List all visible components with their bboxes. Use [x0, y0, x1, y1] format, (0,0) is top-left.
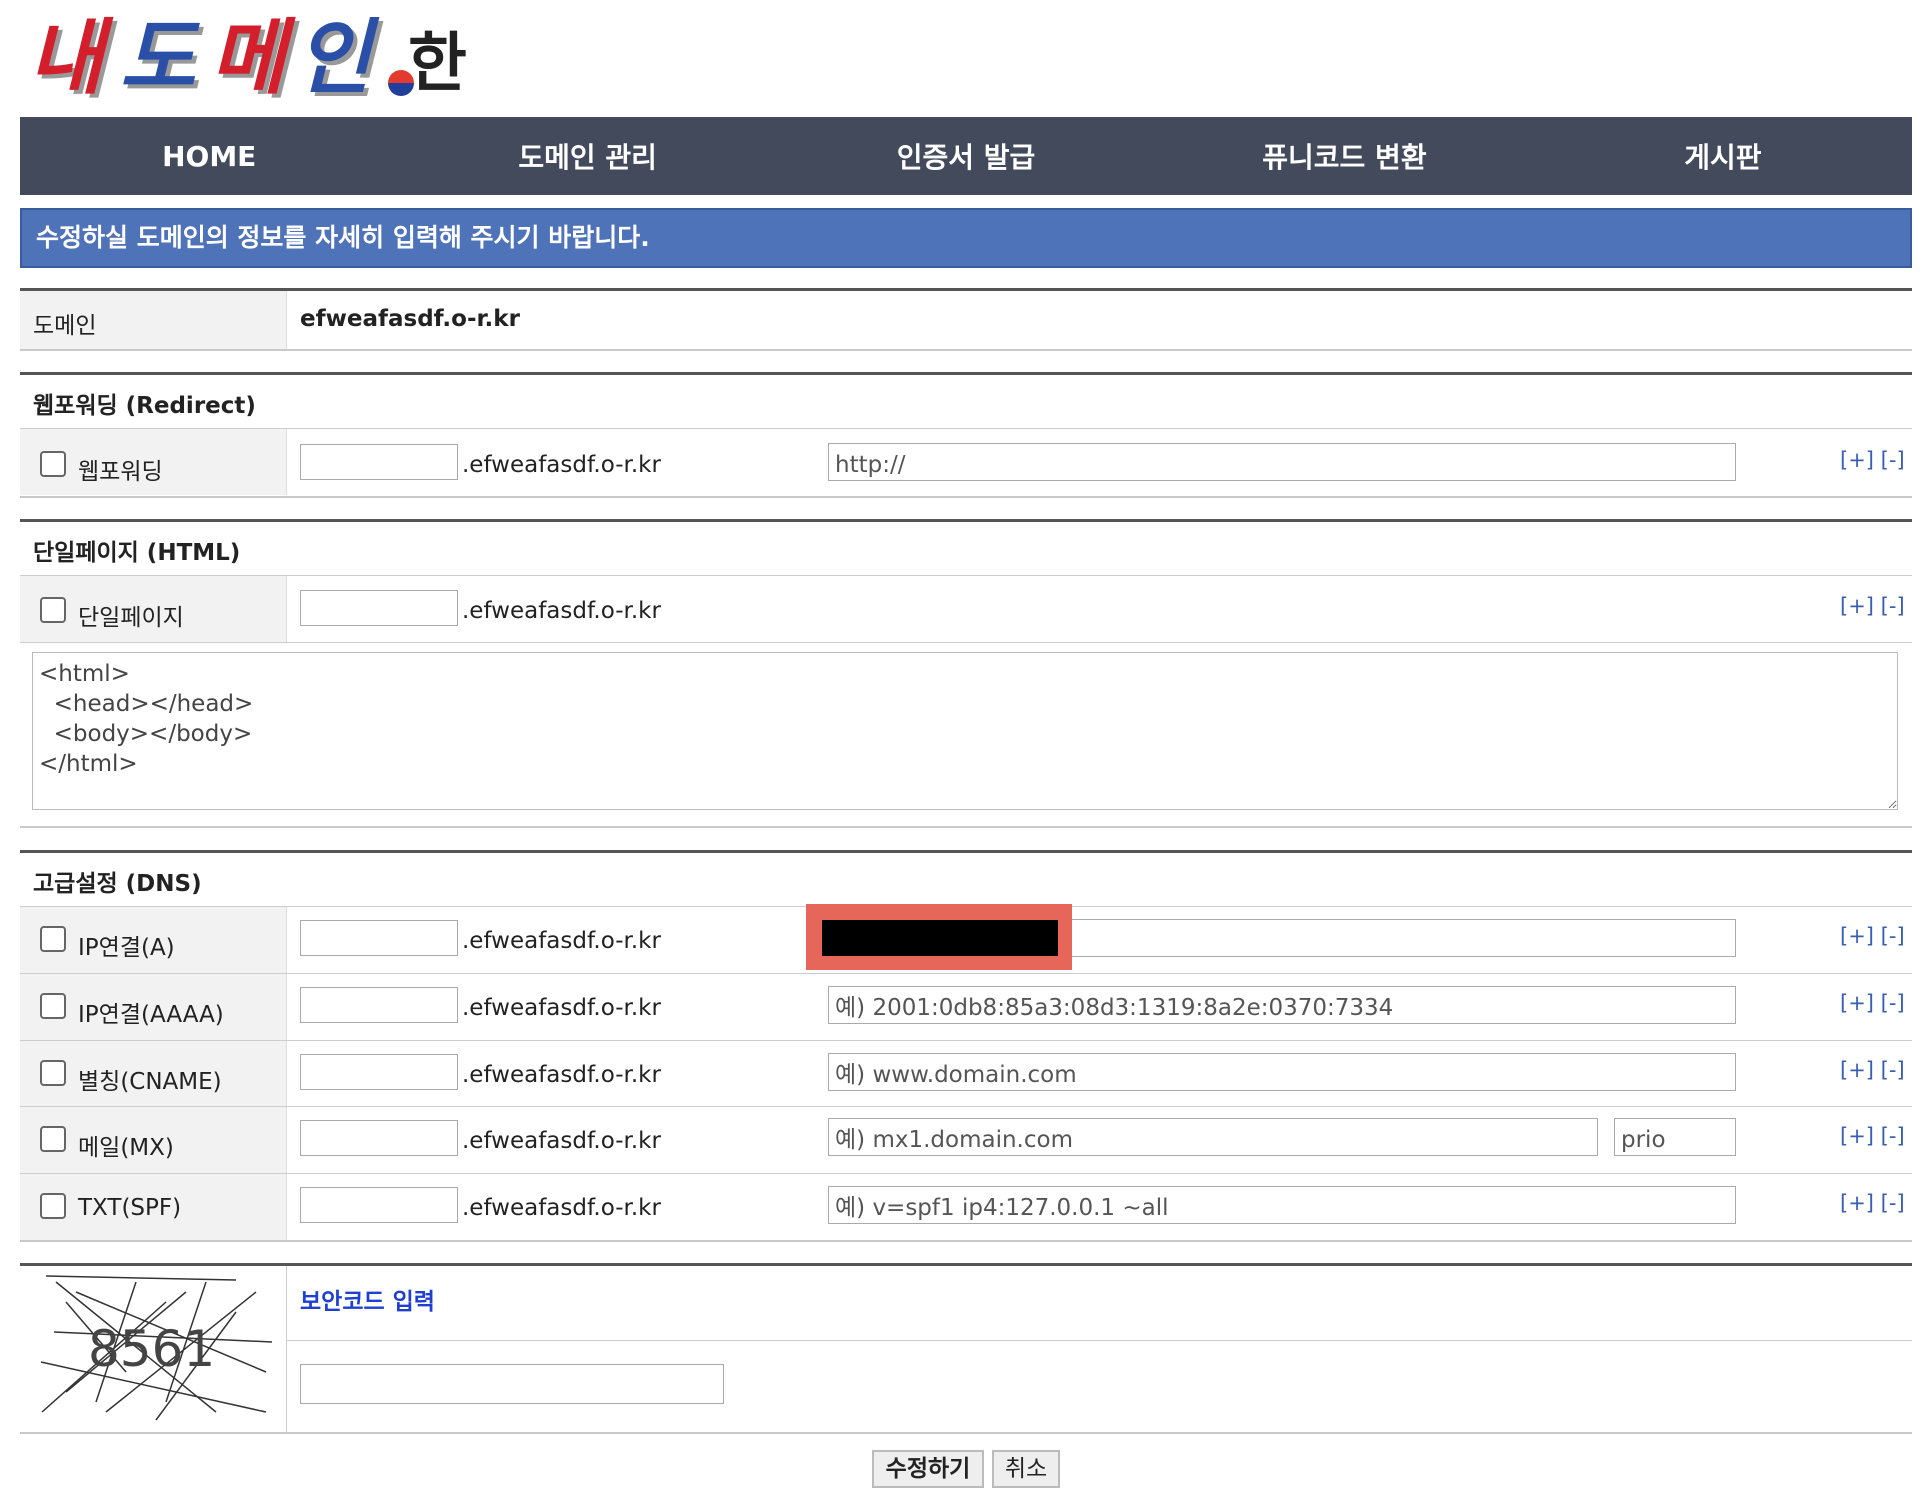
dns-mx-host-input[interactable] [300, 1120, 458, 1156]
dns-aaaa-value-input[interactable]: 예) 2001:0db8:85a3:08d3:1319:8a2e:0370:73… [828, 986, 1736, 1024]
remove-row-button[interactable]: [-] [1881, 1058, 1905, 1082]
single-page-checkbox[interactable] [40, 597, 66, 623]
dns-mx-label: 메일(MX) [78, 1135, 174, 1161]
add-row-button[interactable]: [+] [1840, 991, 1874, 1015]
dns-mx-checkbox[interactable] [40, 1126, 66, 1152]
dns-txt-checkbox[interactable] [40, 1193, 66, 1219]
row-divider [287, 1340, 1912, 1341]
dns-aaaa-add-remove: [+] [-] [1840, 991, 1905, 1015]
add-row-button[interactable]: [+] [1840, 1058, 1874, 1082]
row-divider [20, 1040, 1912, 1041]
captcha-image: 8561 [40, 1275, 273, 1421]
dns-cname-suffix: .efweafasdf.o-r.kr [462, 1062, 661, 1088]
dns-section-title: 고급설정 (DNS) [33, 871, 202, 897]
remove-row-button[interactable]: [-] [1881, 448, 1905, 472]
redirect-section-title: 웹포워딩 (Redirect) [33, 393, 256, 419]
section-rule [20, 1263, 1912, 1266]
submit-button[interactable]: 수정하기 [872, 1450, 984, 1488]
redirect-url-input[interactable]: http:// [828, 443, 1736, 481]
html-content-textarea[interactable] [32, 652, 1898, 810]
dns-a-add-remove: [+] [-] [1840, 924, 1905, 948]
nav-board[interactable]: 게시판 [1534, 136, 1912, 176]
dns-cname-add-remove: [+] [-] [1840, 1058, 1905, 1082]
section-rule [20, 288, 1912, 291]
remove-row-button[interactable]: [-] [1881, 1124, 1905, 1148]
redirect-label: 웹포워딩 [78, 459, 163, 485]
redaction-bar [822, 920, 1058, 956]
dns-aaaa-suffix: .efweafasdf.o-r.kr [462, 995, 661, 1021]
logo-char-4: 인 [296, 10, 372, 106]
nav-home[interactable]: HOME [20, 140, 398, 173]
nav-punycode[interactable]: 퓨니코드 변환 [1155, 136, 1533, 176]
single-page-suffix: .efweafasdf.o-r.kr [462, 598, 661, 624]
row-divider [20, 496, 1912, 498]
logo-char-1: 내 [28, 10, 104, 106]
remove-row-button[interactable]: [-] [1881, 1191, 1905, 1215]
dns-mx-value-input[interactable]: 예) mx1.domain.com [828, 1118, 1598, 1156]
dns-cname-checkbox[interactable] [40, 1060, 66, 1086]
dns-txt-host-input[interactable] [300, 1187, 458, 1223]
redirect-add-remove: [+] [-] [1840, 448, 1905, 472]
captcha-title: 보안코드 입력 [300, 1289, 435, 1315]
dns-txt-value-input[interactable]: 예) v=spf1 ip4:127.0.0.1 ~all [828, 1186, 1736, 1224]
redirect-host-input[interactable] [300, 444, 458, 480]
main-nav: HOME 도메인 관리 인증서 발급 퓨니코드 변환 게시판 [20, 117, 1912, 195]
section-rule [20, 372, 1912, 375]
domain-value: efweafasdf.o-r.kr [300, 306, 520, 332]
dns-a-suffix: .efweafasdf.o-r.kr [462, 928, 661, 954]
single-page-add-remove: [+] [-] [1840, 594, 1905, 618]
cancel-button[interactable]: 취소 [992, 1450, 1060, 1488]
single-page-label: 단일페이지 [78, 605, 184, 631]
dns-mx-add-remove: [+] [-] [1840, 1124, 1905, 1148]
row-divider [20, 1240, 1912, 1242]
section-rule [20, 850, 1912, 853]
dns-txt-suffix: .efweafasdf.o-r.kr [462, 1195, 661, 1221]
add-row-button[interactable]: [+] [1840, 1124, 1874, 1148]
dns-aaaa-checkbox[interactable] [40, 993, 66, 1019]
row-divider [20, 428, 1912, 429]
add-row-button[interactable]: [+] [1840, 924, 1874, 948]
dns-cname-host-input[interactable] [300, 1054, 458, 1090]
row-divider [20, 1173, 1912, 1174]
row-divider [20, 1106, 1912, 1107]
row-divider [20, 973, 1912, 974]
dns-mx-suffix: .efweafasdf.o-r.kr [462, 1128, 661, 1154]
logo-char-2: 도 [120, 10, 196, 106]
remove-row-button[interactable]: [-] [1881, 594, 1905, 618]
dns-txt-label: TXT(SPF) [78, 1195, 182, 1221]
captcha-code: 8561 [88, 1320, 215, 1378]
row-divider [20, 1432, 1912, 1434]
add-row-button[interactable]: [+] [1840, 594, 1874, 618]
captcha-input[interactable] [300, 1364, 724, 1404]
row-divider [20, 349, 1912, 351]
row-divider [20, 826, 1912, 828]
nav-domain-manage[interactable]: 도메인 관리 [398, 136, 776, 176]
dns-a-host-input[interactable] [300, 920, 458, 956]
dns-aaaa-label: IP연결(AAAA) [78, 1002, 224, 1028]
row-divider [20, 642, 1912, 643]
remove-row-button[interactable]: [-] [1881, 991, 1905, 1015]
row-divider [20, 575, 1912, 576]
redirect-checkbox[interactable] [40, 451, 66, 477]
dns-a-checkbox[interactable] [40, 926, 66, 952]
dns-mx-prio-input[interactable]: prio [1614, 1118, 1736, 1156]
nav-certificate[interactable]: 인증서 발급 [777, 136, 1155, 176]
domain-label: 도메인 [33, 313, 97, 339]
dns-cname-label: 별칭(CNAME) [78, 1069, 222, 1095]
single-page-section-title: 단일페이지 (HTML) [33, 540, 241, 566]
dns-txt-add-remove: [+] [-] [1840, 1191, 1905, 1215]
add-row-button[interactable]: [+] [1840, 448, 1874, 472]
dns-aaaa-host-input[interactable] [300, 987, 458, 1023]
logo-char-3: 메 [210, 10, 286, 106]
dns-a-label: IP연결(A) [78, 935, 175, 961]
single-page-host-input[interactable] [300, 590, 458, 626]
remove-row-button[interactable]: [-] [1881, 924, 1905, 948]
section-rule [20, 519, 1912, 522]
dns-cname-value-input[interactable]: 예) www.domain.com [828, 1053, 1736, 1091]
redirect-suffix: .efweafasdf.o-r.kr [462, 452, 661, 478]
add-row-button[interactable]: [+] [1840, 1191, 1874, 1215]
site-logo[interactable]: 내 도 메 인 한국 [28, 8, 518, 201]
instruction-banner: 수정하실 도메인의 정보를 자세히 입력해 주시기 바랍니다. [20, 208, 1912, 268]
